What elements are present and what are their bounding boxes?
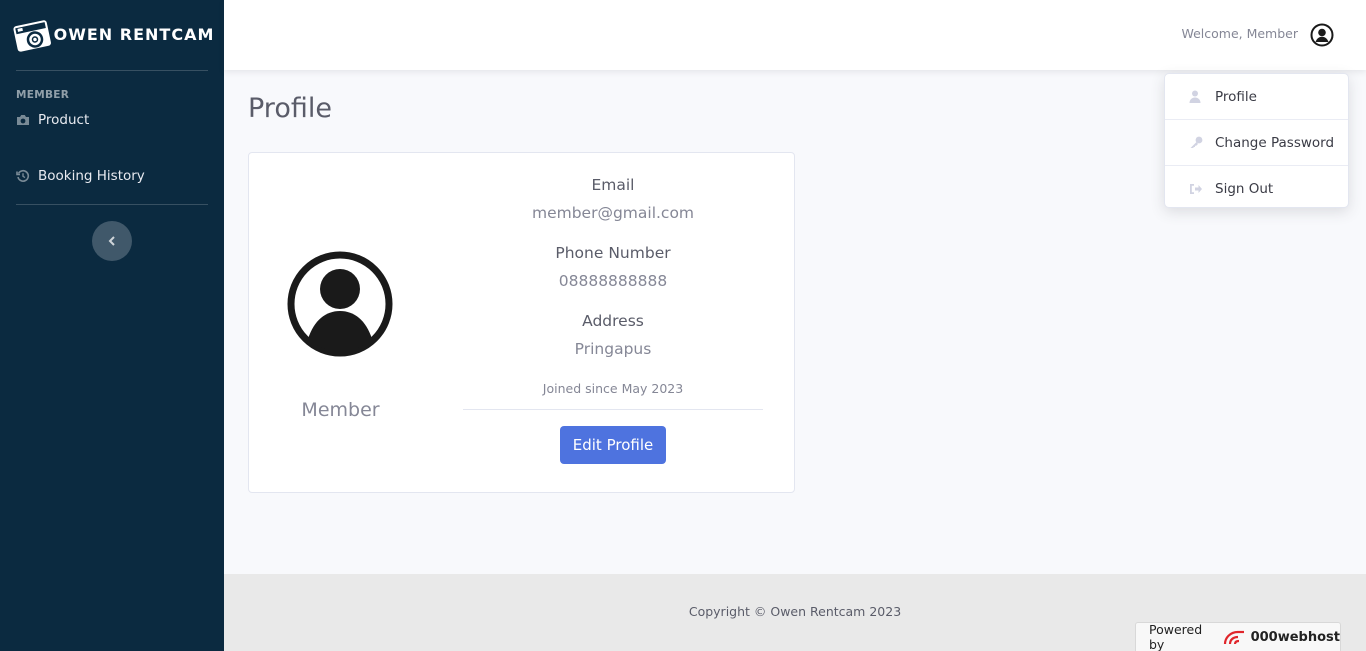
welcome-text[interactable]: Welcome, Member [1181,26,1298,41]
webhost-logo-icon [1222,628,1246,646]
sign-out-icon [1189,183,1215,195]
edit-profile-button[interactable]: Edit Profile [559,426,667,464]
menu-item-profile[interactable]: Profile [1165,74,1348,119]
profile-divider [463,409,763,410]
profile-info: Email member@gmail.com Phone Number 0888… [463,175,763,464]
brand-name: OWEN RENTCAM [53,25,215,44]
powered-by-badge[interactable]: Powered by 000webhost [1135,622,1341,651]
camera-logo-icon [13,20,51,52]
joined-date: Joined since May 2023 [542,381,684,396]
powered-by-label: Powered by [1149,622,1203,651]
sidebar-item-label: Product [38,112,90,128]
copyright-text: Copyright © Owen Rentcam 2023 [688,604,902,619]
address-value: Pringapus [574,340,652,358]
key-icon [1189,136,1215,149]
phone-label: Phone Number [555,244,671,262]
profile-card: Member Email member@gmail.com Phone Numb… [248,152,795,493]
sidebar-item-booking-history[interactable]: Booking History [0,148,224,204]
sidebar: OWEN RENTCAM MEMBER Product Booking Hist… [0,0,224,651]
camera-icon [16,114,38,126]
chevron-left-icon [108,236,115,246]
user-icon [1189,90,1215,103]
webhost-name: 000webhost [1250,629,1340,645]
page-title: Profile [248,93,332,124]
menu-item-change-password[interactable]: Change Password [1165,120,1348,165]
address-label: Address [582,312,644,330]
sidebar-item-label: Booking History [38,168,145,184]
sidebar-toggle-button[interactable] [92,221,132,261]
topbar: Welcome, Member [224,0,1366,70]
menu-item-label: Profile [1215,88,1257,105]
menu-item-label: Change Password [1215,134,1335,151]
user-dropdown-menu: Profile Change Password Sign Out [1164,73,1349,208]
user-circle-icon[interactable] [1310,23,1334,47]
email-label: Email [591,176,635,194]
sidebar-brand[interactable]: OWEN RENTCAM [0,0,224,70]
profile-name: Member [301,399,380,421]
user-avatar-icon [287,251,393,357]
email-value: member@gmail.com [531,204,695,222]
menu-item-label: Sign Out [1215,180,1274,197]
phone-value: 08888888888 [558,272,668,290]
history-icon [16,169,38,183]
menu-item-sign-out[interactable]: Sign Out [1165,166,1348,211]
